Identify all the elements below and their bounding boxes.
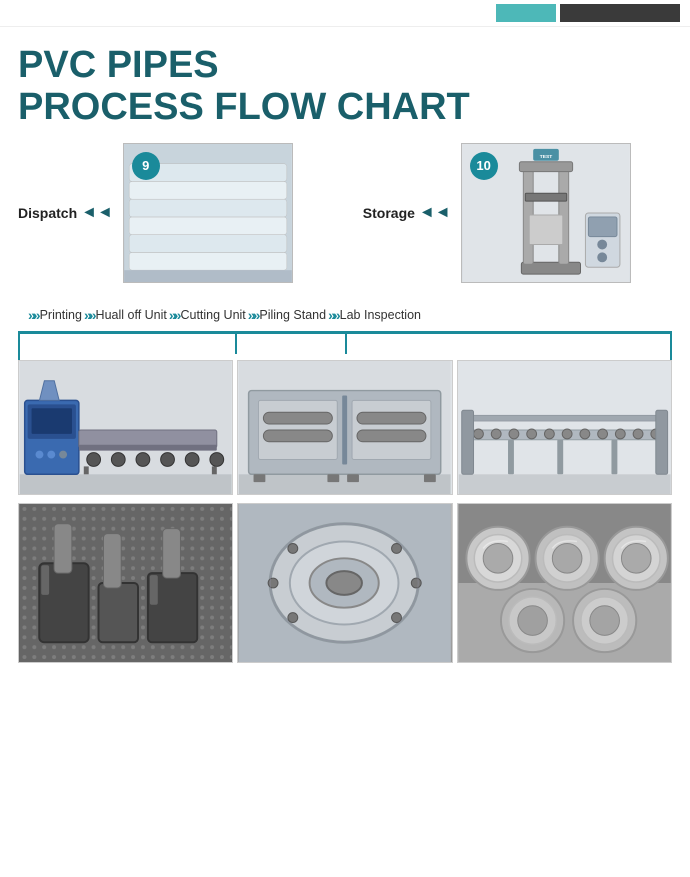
storage-image: 10 TEST: [461, 143, 631, 283]
title-section: PVC PIPES PROCESS FLOW CHART: [0, 27, 690, 139]
svg-text:TEST: TEST: [539, 153, 552, 159]
process-printing: Printing: [40, 308, 82, 322]
storage-label: Storage ◄◄: [363, 204, 451, 222]
top-items-row: Dispatch ◄◄ 9 Storage ◄◄: [0, 143, 690, 283]
bracket-line-1: [235, 334, 237, 354]
process-cutting: Cutting Unit: [180, 308, 245, 322]
teal-accent-block: [496, 4, 556, 22]
bottom-image-1: [18, 503, 233, 663]
dispatch-arrow: ◄◄: [81, 204, 113, 222]
page-title: PVC PIPES PROCESS FLOW CHART: [18, 45, 672, 129]
dark-accent-block: [560, 4, 680, 22]
process-flow-row: »» Printing »» Huall off Unit »» Cutting…: [18, 291, 672, 332]
arrow-3: »»: [248, 307, 258, 323]
dispatch-label: Dispatch ◄◄: [18, 204, 113, 222]
dispatch-item: Dispatch ◄◄ 9: [18, 143, 293, 283]
dispatch-image: 9: [123, 143, 293, 283]
process-haulloff: Huall off Unit: [96, 308, 167, 322]
process-lab: Lab Inspection: [340, 308, 421, 322]
machine-image-2: [237, 360, 452, 495]
arrow-4: »»: [328, 307, 338, 323]
step-badge-9: 9: [132, 152, 160, 180]
header-bar: [0, 0, 690, 27]
step-badge-10: 10: [470, 152, 498, 180]
process-piling: Piling Stand: [259, 308, 326, 322]
machine-image-3: [457, 360, 672, 495]
bottom-image-2: [237, 503, 452, 663]
bracket-line-2: [345, 334, 347, 354]
storage-item: Storage ◄◄ 10: [363, 143, 631, 283]
bracket-divider: [18, 332, 672, 360]
arrow-0: »»: [28, 307, 38, 323]
storage-arrow: ◄◄: [419, 204, 451, 222]
arrow-1: »»: [84, 307, 94, 323]
machine-image-1: [18, 360, 233, 495]
bottom-image-3: [457, 503, 672, 663]
machines-row: [0, 360, 690, 495]
bottom-images-row: [0, 499, 690, 663]
arrow-2: »»: [169, 307, 179, 323]
